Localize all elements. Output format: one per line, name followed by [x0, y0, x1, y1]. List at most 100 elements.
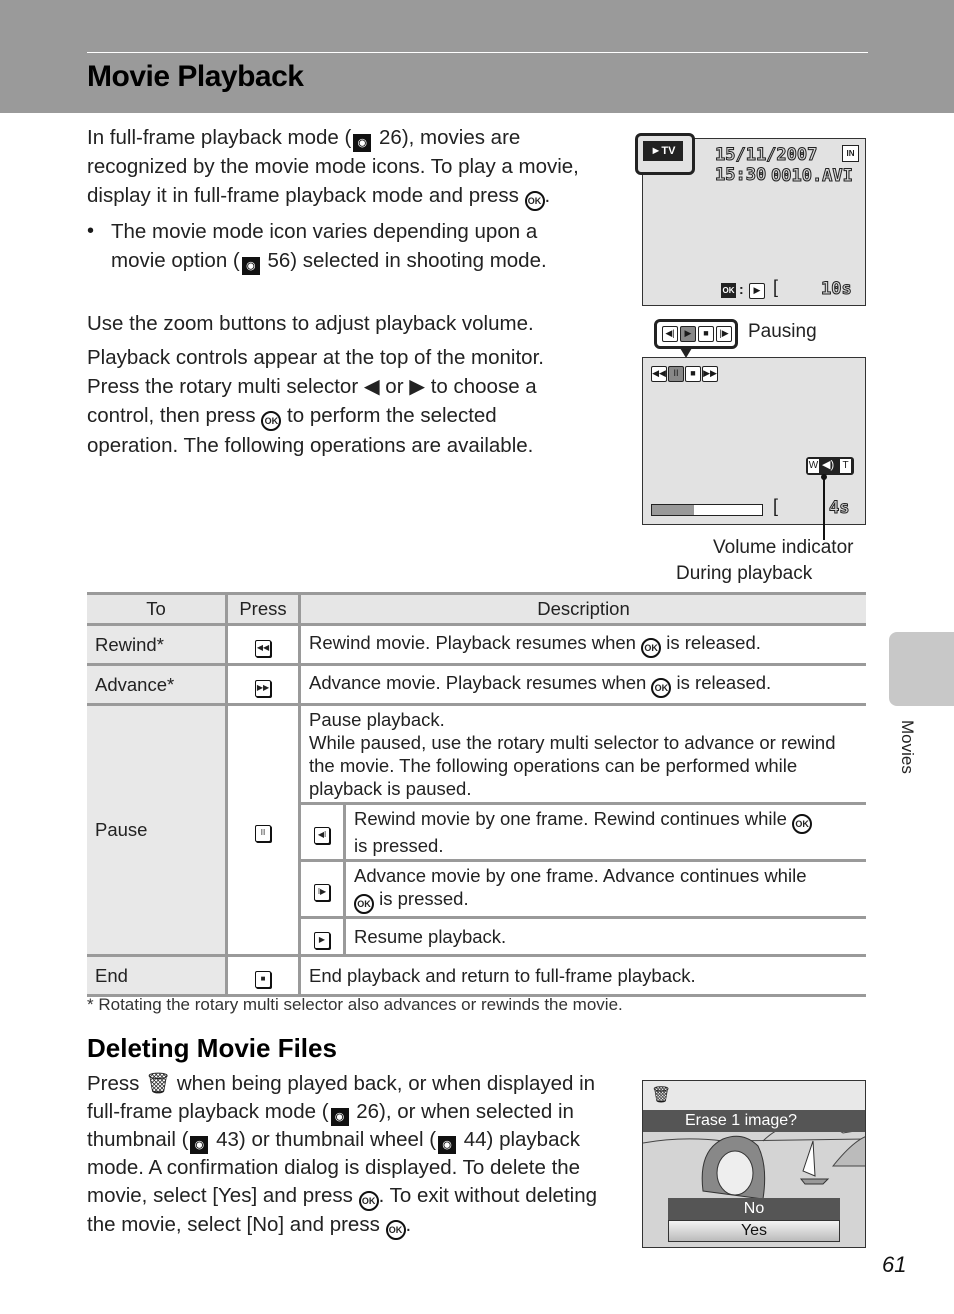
- pause-icon: II: [668, 366, 684, 382]
- controls-text: or: [379, 375, 410, 398]
- cell-description: Rewind movie. Playback resumes when OK i…: [298, 623, 866, 666]
- cell-to: End: [87, 954, 228, 997]
- volume-text: Use the zoom buttons to adjust playback …: [87, 312, 534, 335]
- page-reference-icon: ◉: [330, 1108, 349, 1126]
- frame-advance-icon: |▶: [716, 326, 732, 342]
- controls-text: to perform the selected: [281, 404, 497, 427]
- bullet-line: 56) selected in shooting mode.: [261, 249, 547, 272]
- bullet-dot: •: [87, 220, 95, 242]
- deleting-text: the movie, select [No] and press: [87, 1213, 386, 1236]
- controls-text: operation. The following operations are …: [87, 434, 534, 457]
- side-tab: [889, 632, 954, 706]
- volume-tele-icon: T: [840, 459, 851, 473]
- intro-text: 26), movies are: [373, 126, 521, 149]
- movie-duration: 10s: [821, 279, 853, 300]
- operations-table: To Press Description Rewind* ◀◀ Rewind m…: [87, 592, 866, 997]
- intro-paragraph: In full-frame playback mode (◉ 26), movi…: [87, 123, 617, 211]
- description-text: is released.: [671, 671, 772, 693]
- ok-button-icon: OK: [651, 677, 672, 698]
- intro-text: .: [544, 184, 551, 207]
- speaker-icon: ◀): [822, 459, 835, 471]
- internal-memory-icon: IN: [842, 145, 859, 162]
- left-arrow-icon: ◀: [363, 375, 380, 398]
- section-title-deleting: Deleting Movie Files: [87, 1033, 337, 1063]
- cell-to: Rewind*: [87, 623, 228, 666]
- header-band: [0, 0, 954, 113]
- option-no[interactable]: No: [668, 1198, 840, 1220]
- side-tab-label: Movies: [898, 720, 917, 774]
- deleting-text: full-frame playback mode (: [87, 1100, 329, 1123]
- monitor-fullframe: ►TV 15/11/2007 15:30 IN 0010.AVI OK : ▶ …: [635, 133, 866, 306]
- time-remaining: 4s: [828, 498, 850, 519]
- table-row-end: End ■ End playback and return to full-fr…: [87, 954, 866, 997]
- volume-indicator: W ◀) T: [806, 457, 854, 475]
- ok-button-icon: OK: [385, 1220, 406, 1240]
- intro-text: recognized by the movie mode icons. To p…: [87, 155, 579, 178]
- trash-icon: 🗑: [651, 1087, 672, 1104]
- volume-pointer-line: [823, 478, 825, 540]
- deleting-text: . To exit without deleting: [378, 1184, 598, 1207]
- cell-press: ◀◀: [225, 623, 301, 666]
- header-description: Description: [298, 592, 866, 626]
- table-row-pause: Pause II Pause playback. While paused, u…: [87, 703, 866, 957]
- frame-advance-icon: I▶: [314, 884, 330, 901]
- description-text: While paused, use the rotary multi selec…: [309, 732, 836, 753]
- page-reference-icon: ◉: [190, 1136, 209, 1154]
- table-row-advance: Advance* ▶▶ Advance movie. Playback resu…: [87, 663, 866, 706]
- table-row-rewind: Rewind* ◀◀ Rewind movie. Playback resume…: [87, 623, 866, 666]
- pausing-controls-callout: ◀| ▶ ■ |▶: [654, 319, 738, 349]
- cell-sub-icon: ◀I: [299, 802, 346, 862]
- controls-text: Playback controls appear at the top of t…: [87, 346, 544, 369]
- description-text: playback is paused.: [309, 778, 472, 799]
- advance-icon: ▶▶: [702, 366, 718, 382]
- resume-icon: ▶: [680, 326, 696, 342]
- bracket: [: [773, 277, 779, 297]
- page-reference-icon: ◉: [353, 134, 372, 152]
- monitor-during-playback: ◀◀ II ■ ▶▶ W ◀) T [ 4s: [642, 357, 866, 525]
- advance-icon: ▶▶: [255, 679, 271, 697]
- right-arrow-icon: ▶: [409, 375, 425, 398]
- cell-description: Pause playback. While paused, use the ro…: [298, 703, 866, 805]
- frame-rewind-icon: ◀I: [314, 827, 330, 844]
- page-title: Movie Playback: [87, 60, 304, 93]
- playback-progress-fill: [652, 505, 694, 515]
- description-text: Rewind movie. Playback resumes when: [309, 631, 642, 653]
- description-text: is released.: [661, 631, 761, 653]
- trash-icon: 🗑: [145, 1072, 172, 1095]
- monitor-erase-dialog: 🗑 Erase 1 image? No Yes: [642, 1080, 866, 1248]
- bullet-line: movie option (: [111, 249, 240, 272]
- stop-icon: ■: [698, 326, 714, 342]
- page-reference-icon: ◉: [241, 257, 260, 275]
- controls-text: Press the rotary multi selector: [87, 375, 364, 398]
- cell-sub-description: Rewind movie by one frame. Rewind contin…: [343, 802, 866, 862]
- controls-text: control, then press: [87, 404, 262, 427]
- deleting-text: thumbnail (: [87, 1128, 189, 1151]
- deleting-text: 44) playback: [458, 1128, 580, 1151]
- deleting-text: 43) or thumbnail wheel (: [210, 1128, 437, 1151]
- volume-indicator-label: Volume indicator: [713, 537, 854, 558]
- deleting-text: .: [405, 1213, 412, 1236]
- page-number: 61: [882, 1252, 907, 1277]
- deleting-paragraph: Press 🗑 when being played back, or when …: [87, 1070, 632, 1240]
- dialog-prompt: Erase 1 image?: [643, 1110, 865, 1132]
- frame-rewind-icon: ◀|: [662, 326, 678, 342]
- cell-description: Advance movie. Playback resumes when OK …: [298, 663, 866, 706]
- cell-press: II: [225, 703, 301, 957]
- cell-to: Advance*: [87, 663, 228, 706]
- description-text: the movie. The following operations can …: [309, 755, 798, 776]
- bracket: [: [773, 496, 779, 516]
- cell-press: ▶▶: [225, 663, 301, 706]
- cell-to: Pause: [87, 703, 228, 957]
- option-yes-selected[interactable]: Yes: [668, 1220, 840, 1242]
- mode-icon-highlight: ►TV: [635, 133, 695, 175]
- ok-button-icon: OK: [792, 814, 813, 834]
- stop-icon: ■: [255, 970, 271, 988]
- header-press: Press: [225, 592, 301, 626]
- cell-press: ■: [225, 954, 301, 997]
- rewind-icon: ◀◀: [255, 639, 271, 657]
- description-text: is pressed.: [354, 835, 444, 856]
- header-to: To: [87, 592, 228, 626]
- controls-text: to choose a: [425, 375, 537, 398]
- cell-sub-description: Resume playback.: [343, 916, 866, 957]
- rewind-icon: ◀◀: [651, 366, 667, 382]
